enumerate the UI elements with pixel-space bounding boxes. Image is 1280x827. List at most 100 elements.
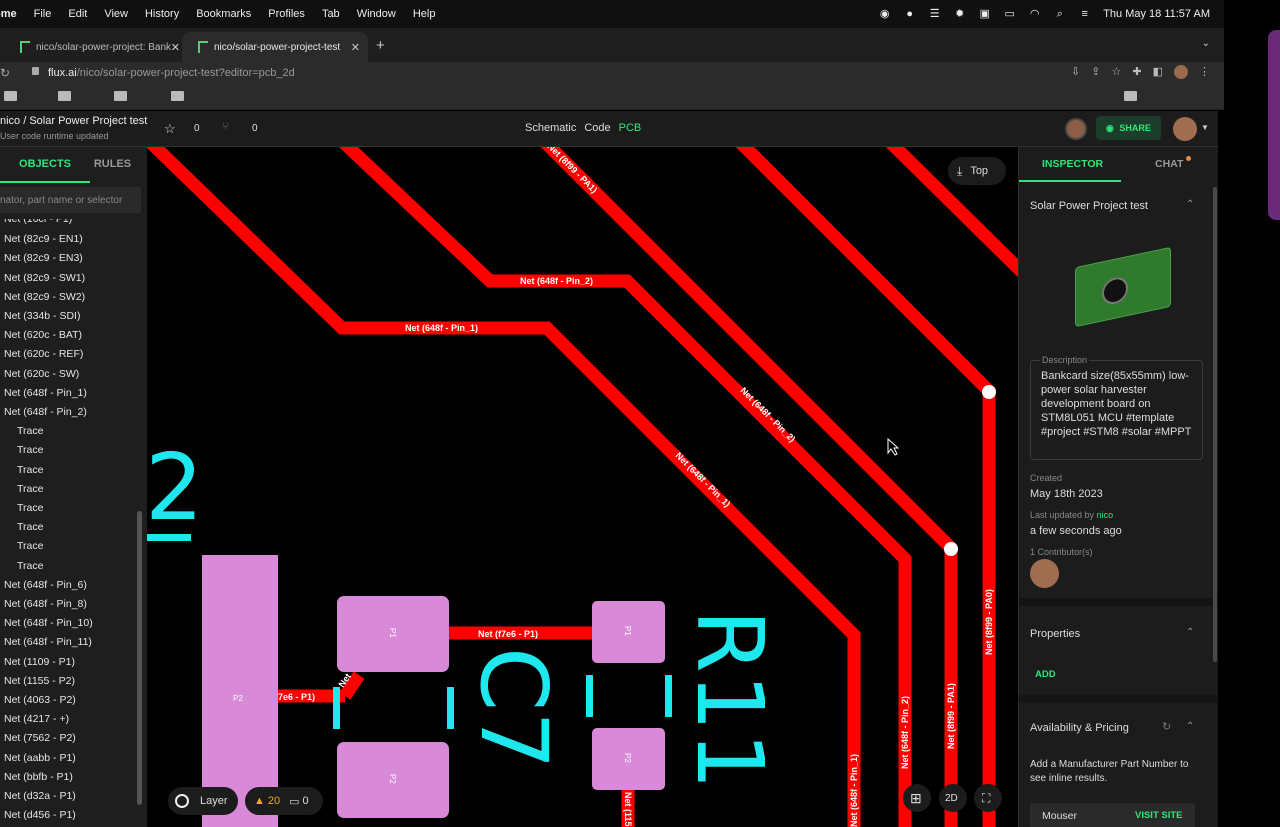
scrollbar[interactable] <box>137 511 142 805</box>
screen-icon[interactable]: ▣ <box>978 8 991 21</box>
net-item[interactable]: Net (d456 - P1) <box>4 809 76 821</box>
net-item[interactable]: Net (648f - Pin_11) <box>4 636 92 648</box>
bookmark-folder-icon[interactable] <box>114 91 127 101</box>
net-item[interactable]: Net (620c - SW) <box>4 368 79 380</box>
bookmark-folder-icon[interactable] <box>58 91 71 101</box>
profile-avatar[interactable] <box>1174 65 1188 79</box>
tab-schematic[interactable]: Schematic <box>525 122 576 134</box>
net-item[interactable]: Net (82c9 - SW1) <box>4 272 85 284</box>
trace-item[interactable]: Trace <box>17 521 43 533</box>
chevron-up-icon[interactable]: ⌃ <box>1186 627 1194 638</box>
record-icon[interactable]: ◉ <box>878 8 891 21</box>
net-item[interactable]: Net (4217 - +) <box>4 713 69 725</box>
wifi-icon[interactable]: ◠ <box>1028 8 1041 21</box>
menu-bookmarks[interactable]: Bookmarks <box>196 8 251 20</box>
battery-icon[interactable]: ▭ <box>1003 8 1016 21</box>
extensions-icon[interactable]: ✚ <box>1132 65 1141 79</box>
trace-pin2[interactable] <box>338 147 912 827</box>
net-item[interactable]: Net (82c9 - EN3) <box>4 252 83 264</box>
net-item[interactable]: Net (620c - REF) <box>4 348 83 360</box>
net-item[interactable]: Net (648f - Pin_8) <box>4 598 87 610</box>
net-item[interactable]: Net (1155 - P2) <box>4 675 75 687</box>
close-icon[interactable]: ✕ <box>171 41 180 54</box>
fork-icon[interactable]: ⑂ <box>222 121 229 133</box>
via[interactable] <box>944 542 958 556</box>
chevron-down-icon[interactable]: ▼ <box>1201 123 1209 132</box>
issues-button[interactable]: ▲ 20 ▭ 0 <box>245 787 323 815</box>
tab-rules[interactable]: RULES <box>90 147 135 183</box>
tab-pcb[interactable]: PCB <box>619 122 642 134</box>
menu-edit[interactable]: Edit <box>68 8 87 20</box>
bookmark-folder-icon[interactable] <box>171 91 184 101</box>
tab-code[interactable]: Code <box>584 122 610 134</box>
trace-item[interactable]: Trace <box>17 540 43 552</box>
user-avatar[interactable] <box>1173 117 1197 141</box>
net-item[interactable]: Net (648f - Pin_6) <box>4 579 87 591</box>
pcb-canvas[interactable]: 2 C7 R11 P2 P1 P2 P1 P2 Net (8f99 - PA1)… <box>147 147 1018 827</box>
share-page-icon[interactable]: ⇪ <box>1091 65 1100 79</box>
net-item[interactable]: Net (648f - Pin_1) <box>4 387 87 399</box>
menu-profiles[interactable]: Profiles <box>268 8 305 20</box>
grammarly-icon[interactable]: ● <box>903 8 916 21</box>
trace-item[interactable]: Trace <box>17 560 43 572</box>
view-top-button[interactable]: ⤓ Top <box>948 157 1006 185</box>
menu-window[interactable]: Window <box>357 8 396 20</box>
sidebar-icon[interactable]: ◧ <box>1153 65 1163 79</box>
menu-history[interactable]: History <box>145 8 179 20</box>
net-item[interactable]: Net (aabb - P1) <box>4 752 76 764</box>
trace-item[interactable]: Trace <box>17 425 43 437</box>
net-item[interactable]: Net (82c9 - EN1) <box>4 233 83 245</box>
clock[interactable]: Thu May 18 11:57 AM <box>1103 8 1210 20</box>
reload-icon[interactable]: ↻ <box>0 66 10 80</box>
refresh-icon[interactable]: ↻ <box>1162 720 1171 733</box>
star-icon[interactable]: ☆ <box>164 121 176 137</box>
share-button[interactable]: ◉ SHARE <box>1096 116 1161 140</box>
fullscreen-button[interactable]: ⛶ <box>974 784 1002 812</box>
objects-search-input[interactable]: nator, part name or selector <box>0 187 141 213</box>
new-tab-icon[interactable]: + <box>376 37 385 54</box>
trace-item[interactable]: Trace <box>17 464 43 476</box>
net-item[interactable]: Net (82c9 - SW2) <box>4 291 85 303</box>
grid-button[interactable]: ⊞ <box>903 784 931 812</box>
settings-icon[interactable]: ✹ <box>953 8 966 21</box>
project-path[interactable]: nico / Solar Power Project test <box>0 115 147 127</box>
control-center-icon[interactable]: ≡ <box>1078 8 1091 21</box>
menu-file[interactable]: File <box>34 8 52 20</box>
list-icon[interactable]: ☰ <box>928 8 941 21</box>
scrollbar[interactable] <box>1213 187 1217 662</box>
bookmark-folder-icon[interactable] <box>4 91 17 101</box>
net-item[interactable]: Net (334b - SDI) <box>4 310 80 322</box>
close-icon[interactable]: ✕ <box>351 41 360 54</box>
trace-item[interactable]: Trace <box>17 483 43 495</box>
net-item[interactable]: Net (620c - BAT) <box>4 329 82 341</box>
net-item[interactable]: Net (648f - Pin_2) <box>4 406 87 418</box>
net-item[interactable]: Net (16cf - P1) <box>4 219 72 225</box>
description-box[interactable]: Description Bankcard size(85x55mm) low-p… <box>1030 355 1203 460</box>
net-item[interactable]: Net (1109 - P1) <box>4 656 75 668</box>
visit-site-button[interactable]: VISIT SITE <box>1135 810 1183 821</box>
bookmark-folder-icon[interactable] <box>1124 91 1137 101</box>
menu-tab[interactable]: Tab <box>322 8 340 20</box>
net-item[interactable]: Net (d32a - P1) <box>4 790 76 802</box>
install-icon[interactable]: ⇩ <box>1071 65 1080 79</box>
via[interactable] <box>982 385 996 399</box>
search-icon[interactable]: ⌕ <box>1053 8 1066 21</box>
browser-tab-2[interactable]: F nico/solar-power-project-test ✕ <box>182 32 368 62</box>
layer-button[interactable]: Layer <box>168 787 238 815</box>
net-item[interactable]: Net (7562 - P2) <box>4 732 76 744</box>
chevron-up-icon[interactable]: ⌃ <box>1186 199 1194 210</box>
trace-item[interactable]: Trace <box>17 444 43 456</box>
add-property-button[interactable]: ADD <box>1035 669 1056 680</box>
tab-objects[interactable]: OBJECTS <box>0 147 90 183</box>
bookmark-star-icon[interactable]: ☆ <box>1112 65 1122 79</box>
tab-inspector[interactable]: INSPECTOR <box>1019 147 1121 182</box>
browser-tab-1[interactable]: F nico/solar-power-project: Bank ✕ <box>0 32 188 62</box>
kebab-menu-icon[interactable]: ⋮ <box>1199 65 1210 79</box>
contributor-avatar[interactable] <box>1030 559 1059 588</box>
menu-app[interactable]: ome <box>0 8 17 20</box>
url-field[interactable]: flux.ai/nico/solar-power-project-test?ed… <box>48 67 295 79</box>
net-item[interactable]: Net (4063 - P2) <box>4 694 76 706</box>
chevron-up-icon[interactable]: ⌃ <box>1186 721 1194 732</box>
collaborator-avatar[interactable] <box>1065 118 1087 140</box>
menu-help[interactable]: Help <box>413 8 436 20</box>
